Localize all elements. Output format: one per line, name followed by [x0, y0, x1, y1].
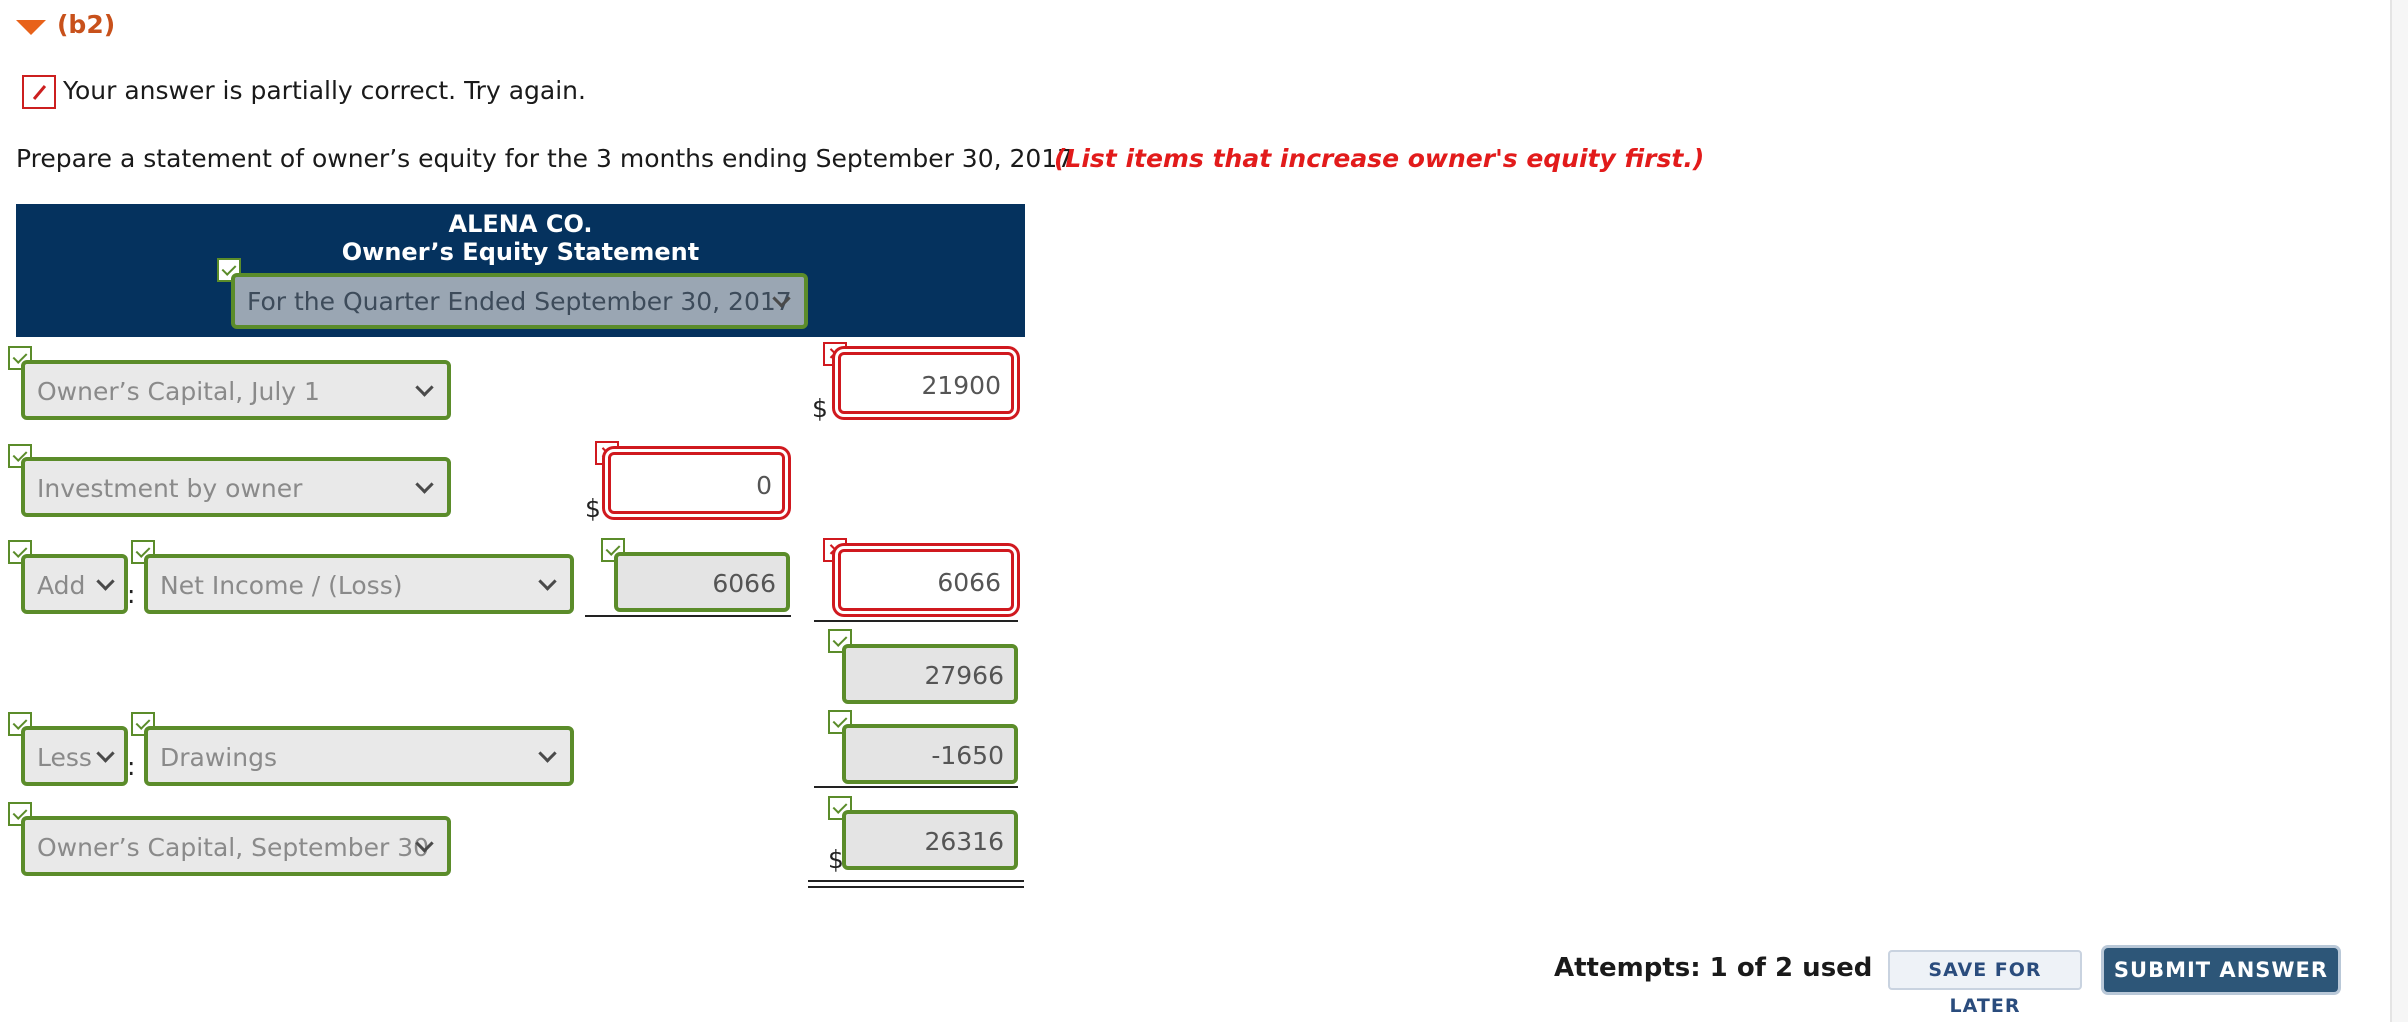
drawings-select[interactable]: Drawings	[144, 726, 574, 786]
less-select[interactable]: Less	[21, 726, 128, 786]
double-underline	[808, 886, 1024, 888]
investment-select[interactable]: Investment by owner	[21, 457, 451, 517]
opening-capital-amount[interactable]: 21900	[838, 352, 1014, 414]
investment-amount[interactable]: 0	[608, 452, 785, 514]
currency-symbol: $	[585, 494, 601, 523]
net-income-amount[interactable]: 6066	[614, 552, 790, 612]
period-select-value: For the Quarter Ended September 30, 2017	[247, 287, 792, 316]
opening-capital-label: Owner’s Capital, July 1	[37, 377, 320, 406]
chevron-down-icon	[415, 378, 434, 397]
double-underline	[808, 880, 1024, 882]
subtotal-amount[interactable]: 27966	[842, 644, 1018, 704]
colon-separator: :	[127, 580, 136, 609]
drawings-label: Drawings	[160, 743, 277, 772]
currency-symbol: $	[812, 394, 828, 423]
statement-title: Owner’s Equity Statement	[341, 238, 700, 266]
closing-capital-amount[interactable]: 26316	[842, 810, 1018, 870]
colon-separator: :	[127, 752, 136, 781]
net-income-total-amount[interactable]: 6066	[838, 549, 1014, 611]
save-for-later-button[interactable]: SAVE FOR LATER	[1888, 950, 2082, 1017]
closing-capital-label: Owner’s Capital, September 30	[37, 833, 430, 862]
chevron-down-icon	[96, 744, 115, 763]
net-income-label: Net Income / (Loss)	[160, 571, 403, 600]
investment-label: Investment by owner	[37, 474, 303, 503]
section-title[interactable]: (b2)	[57, 10, 115, 39]
add-select-value: Add	[37, 571, 86, 600]
scrollbar[interactable]	[2390, 0, 2408, 1022]
drawings-amount[interactable]: -1650	[842, 724, 1018, 784]
underline	[814, 620, 1018, 622]
instructions-text: Prepare a statement of owner’s equity fo…	[16, 144, 1082, 173]
drawings-amount-value: -1650	[931, 741, 1004, 770]
submit-answer-button[interactable]: SUBMIT ANSWER	[2104, 948, 2338, 992]
investment-amount-value: 0	[756, 471, 772, 500]
closing-capital-select[interactable]: Owner’s Capital, September 30	[21, 816, 451, 876]
net-income-amount-value: 6066	[712, 569, 776, 598]
chevron-down-icon	[415, 475, 434, 494]
underline	[585, 615, 791, 617]
instructions-hint: (List items that increase owner's equity…	[1054, 144, 1705, 173]
opening-capital-amount-value: 21900	[921, 371, 1001, 400]
triangle-down-icon[interactable]	[16, 20, 46, 35]
feedback-message: Your answer is partially correct. Try ag…	[63, 76, 586, 105]
underline	[814, 786, 1018, 788]
add-select[interactable]: Add	[21, 554, 128, 614]
period-select[interactable]: For the Quarter Ended September 30, 2017	[231, 273, 808, 329]
net-income-select[interactable]: Net Income / (Loss)	[144, 554, 574, 614]
chevron-down-icon	[538, 744, 557, 763]
opening-capital-select[interactable]: Owner’s Capital, July 1	[21, 360, 451, 420]
company-name: ALENA CO.	[448, 210, 593, 238]
chevron-down-icon	[538, 572, 557, 591]
less-select-value: Less	[37, 743, 92, 772]
chevron-down-icon	[96, 572, 115, 591]
pencil-icon	[22, 75, 56, 109]
closing-capital-amount-value: 26316	[924, 827, 1004, 856]
attempts-counter: Attempts: 1 of 2 used	[1554, 953, 1873, 983]
net-income-total-amount-value: 6066	[937, 568, 1001, 597]
subtotal-amount-value: 27966	[924, 661, 1004, 690]
